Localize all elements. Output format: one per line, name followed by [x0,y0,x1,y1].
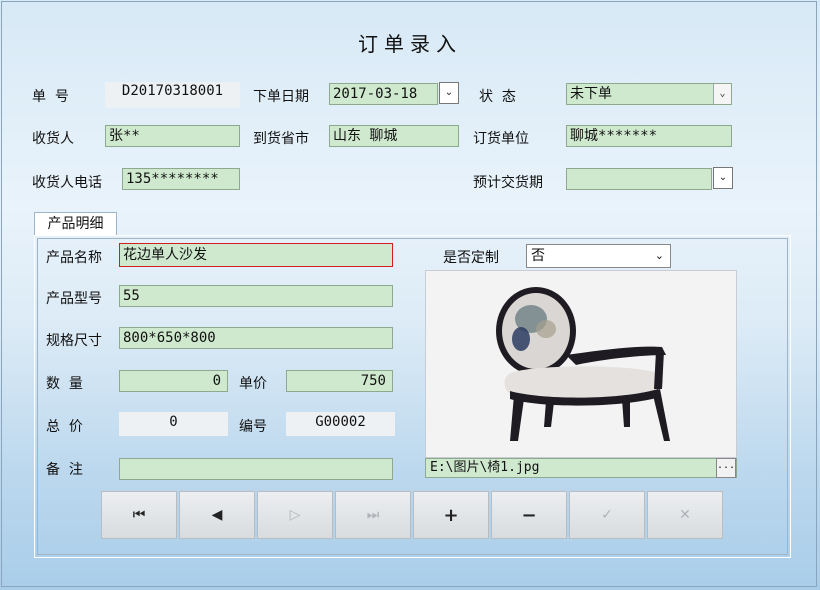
price-input[interactable]: 750 [286,370,393,392]
chevron-down-icon: ⌄ [713,84,731,104]
delivery-label: 预计交货期 [473,175,543,191]
image-path-input[interactable]: E:\图片\椅1.jpg ... [425,458,737,478]
size-label: 规格尺寸 [46,333,102,349]
remark-input[interactable] [119,458,393,480]
tab-product-details[interactable]: 产品明细 [34,212,117,236]
date-picker-button[interactable]: ⌄ [438,82,459,105]
order-date-text: 2017-03-18 [333,86,418,102]
close-icon: ✕ [679,507,691,523]
province-input[interactable]: 山东 聊城 [329,125,459,147]
minus-icon: − [521,504,537,526]
total-value: 0 [119,412,228,436]
chevron-down-icon: ⌄ [713,167,733,189]
plus-icon: + [443,504,459,526]
custom-select[interactable]: 否 ⌄ [526,244,671,268]
status-label: 状 态 [479,89,516,105]
chair-image [496,287,670,441]
size-input[interactable]: 800*650*800 [119,327,393,349]
code-label: 编号 [239,419,267,435]
cancel-button[interactable]: ✕ [647,491,723,539]
order-date-label: 下单日期 [253,89,309,105]
delivery-date-input[interactable] [566,168,712,190]
first-record-button[interactable]: ⏮ [101,491,177,539]
status-text: 未下单 [570,86,612,102]
remark-label: 备 注 [46,462,83,478]
last-icon: ⏭ [366,507,380,523]
receiver-input[interactable]: 张** [105,125,240,147]
order-no-value: D20170318001 [105,82,240,108]
confirm-button[interactable]: ✓ [569,491,645,539]
delivery-date-picker[interactable]: ⌄ [712,167,733,190]
model-label: 产品型号 [46,291,102,307]
chevron-down-icon: ⌄ [439,82,459,104]
unit-input[interactable]: 聊城******* [566,125,732,147]
prev-icon: ◀ [211,507,223,523]
product-name-label: 产品名称 [46,250,102,266]
receiver-label: 收货人 [32,131,74,147]
custom-label: 是否定制 [443,250,499,266]
phone-input[interactable]: 135******** [122,168,240,190]
model-input[interactable]: 55 [119,285,393,307]
ellipsis-icon[interactable]: ... [716,458,736,478]
code-value: G00002 [286,412,395,436]
order-date-input[interactable]: 2017-03-18 [329,83,438,105]
prev-record-button[interactable]: ◀ [179,491,255,539]
chevron-down-icon: ⌄ [654,249,664,262]
qty-label: 数 量 [46,376,83,392]
page-title: 订单录入 [358,32,462,56]
image-path-text: E:\图片\椅1.jpg [430,460,540,475]
remove-record-button[interactable]: − [491,491,567,539]
qty-input[interactable]: 0 [119,370,228,392]
total-label: 总 价 [46,419,83,435]
product-name-input[interactable]: 花边单人沙发 [119,243,393,267]
first-icon: ⏮ [132,507,146,523]
province-label: 到货省市 [253,131,309,147]
check-icon: ✓ [601,507,613,523]
product-image-box[interactable] [425,270,737,458]
next-icon: ▷ [289,507,301,523]
phone-label: 收货人电话 [32,175,102,191]
status-select[interactable]: 未下单 ⌄ [566,83,732,105]
custom-select-text: 否 [531,248,545,264]
add-record-button[interactable]: + [413,491,489,539]
unit-label: 订货单位 [473,131,529,147]
order-no-label: 单 号 [32,89,69,105]
price-label: 单价 [239,376,267,392]
next-record-button[interactable]: ▷ [257,491,333,539]
last-record-button[interactable]: ⏭ [335,491,411,539]
